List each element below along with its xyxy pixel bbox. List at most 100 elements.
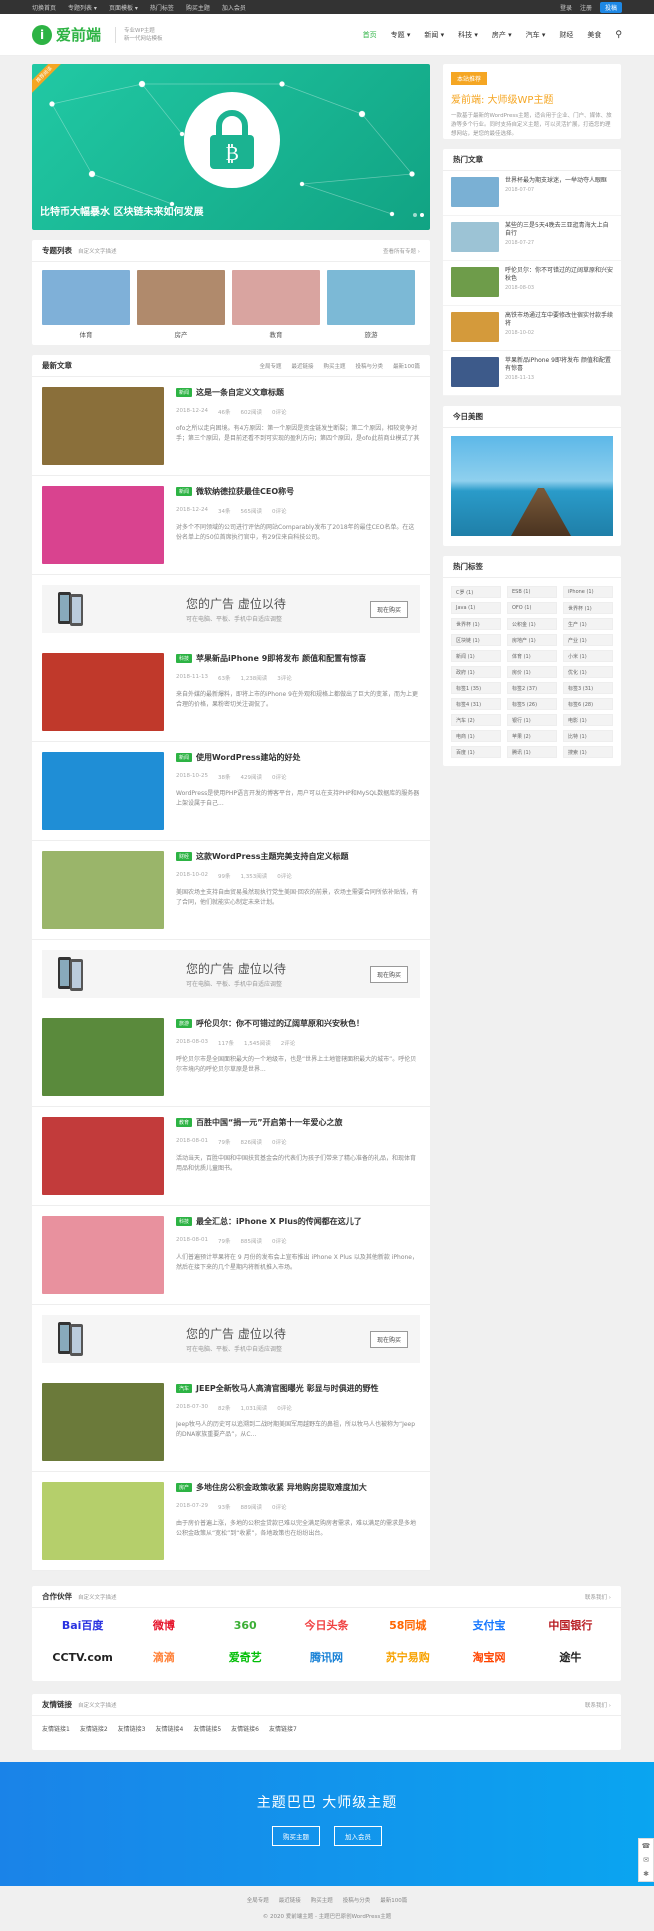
article-title-text[interactable]: 百胜中国“捐一元”开启第十一年爱心之旅	[196, 1117, 343, 1128]
latest-tab[interactable]: 全局专题	[259, 362, 281, 370]
tag-chip[interactable]: 房地产 (1)	[507, 634, 557, 646]
topic-image[interactable]	[42, 270, 130, 325]
qq-icon[interactable]: ✉	[643, 1856, 649, 1864]
topic-image[interactable]	[327, 270, 415, 325]
tag-chip[interactable]: 银行 (1)	[507, 714, 557, 726]
hot-title[interactable]: 高铁市场通过车中要修改住宿实付款手续将	[505, 312, 613, 328]
top-link[interactable]: 页面模板 ▾	[109, 3, 138, 12]
register-link[interactable]: 注册	[580, 3, 592, 12]
top-link[interactable]: 加入会员	[222, 3, 246, 12]
partner-logo[interactable]: 苏宁易购	[367, 1646, 448, 1668]
article-row[interactable]: 新闻 使用WordPress建站的好处 2018-10-25 38条 429阅读 0评论 W…	[32, 742, 430, 841]
article-row[interactable]: 新闻 这是一条自定义文章标题 2018-12-24 46条 602阅读 0评论 ofo之所以…	[32, 377, 430, 476]
topics-more-link[interactable]: 查看所有专题 ›	[383, 247, 420, 255]
article-thumbnail[interactable]	[42, 1018, 164, 1096]
hot-item[interactable]: 高铁市场通过车中要修改住宿实付款手续将 2018-10-02	[443, 306, 621, 351]
tag-chip[interactable]: 房价 (1)	[507, 666, 557, 678]
article-title[interactable]: 科技 最全汇总：iPhone X Plus的传闻都在这儿了	[176, 1216, 420, 1227]
tag-chip[interactable]: 比特 (1)	[563, 730, 613, 742]
article-row[interactable]: 房产 多地住房公积金政策收紧 异地购房提取难度加大 2018-07-29 93条 889…	[32, 1472, 430, 1571]
tag-chip[interactable]: 标签6 (28)	[563, 698, 613, 710]
partner-logo[interactable]: 爱奇艺	[205, 1646, 286, 1668]
topic-card[interactable]: 旅游	[327, 270, 415, 339]
partner-logo[interactable]: 360	[205, 1614, 286, 1636]
nav-item[interactable]: 房产 ▾	[492, 30, 512, 40]
article-thumbnail[interactable]	[42, 653, 164, 731]
article-tag[interactable]: 新闻	[176, 487, 193, 496]
latest-tab[interactable]: 最新100篇	[393, 362, 420, 370]
tag-chip[interactable]: 世界杯 (1)	[451, 618, 501, 630]
slider-dots[interactable]	[413, 213, 424, 217]
tag-chip[interactable]: 标签4 (31)	[451, 698, 501, 710]
article-title-text[interactable]: 使用WordPress建站的好处	[196, 752, 300, 763]
topic-card[interactable]: 体育	[42, 270, 130, 339]
article-title[interactable]: 科技 苹果新品iPhone 9即将发布 颜值和配置有惊喜	[176, 653, 420, 664]
tag-chip[interactable]: 小米 (1)	[563, 650, 613, 662]
hot-item[interactable]: 世界杯最为期支球迷，一举动夺人眼眶 2018-07-07	[443, 171, 621, 216]
nav-item[interactable]: 汽车 ▾	[526, 30, 546, 40]
nav-item[interactable]: 新闻 ▾	[424, 30, 444, 40]
tag-chip[interactable]: 产业 (1)	[563, 634, 613, 646]
article-tag[interactable]: 旅游	[176, 1019, 193, 1028]
tag-chip[interactable]: 体育 (1)	[507, 650, 557, 662]
hot-thumbnail[interactable]	[451, 222, 499, 252]
slider-caption[interactable]: 比特币大幅暴水 区块链未来如何发展	[40, 203, 203, 218]
top-link[interactable]: 热门标签	[150, 3, 174, 12]
latest-tab[interactable]: 购买主题	[323, 362, 345, 370]
wechat-icon[interactable]: ✱	[643, 1870, 649, 1878]
article-tag[interactable]: 科技	[176, 1217, 193, 1226]
partner-logo[interactable]: 途牛	[530, 1646, 611, 1668]
footer-link[interactable]: 最新100篇	[380, 1896, 407, 1904]
tag-chip[interactable]: 世界杯 (1)	[563, 602, 613, 614]
top-link[interactable]: 购买主题	[186, 3, 210, 12]
tag-chip[interactable]: ESB (1)	[507, 586, 557, 598]
top-link[interactable]: 切换首页	[32, 3, 56, 12]
tag-chip[interactable]: 新闻 (1)	[451, 650, 501, 662]
article-tag[interactable]: 汽车	[176, 1384, 193, 1393]
top-link[interactable]: 专题列表 ▾	[68, 3, 97, 12]
article-row[interactable]: 科技 最全汇总：iPhone X Plus的传闻都在这儿了 2018-08-01 79…	[32, 1206, 430, 1305]
partner-logo[interactable]: 腾讯网	[286, 1646, 367, 1668]
article-title[interactable]: 汽车 JEEP全新牧马人高清官图曝光 彰显与时俱进的野性	[176, 1383, 420, 1394]
friend-link[interactable]: 友情链接5	[193, 1724, 221, 1733]
buy-theme-button[interactable]: 购买主题	[272, 1826, 320, 1846]
hot-title[interactable]: 世界杯最为期支球迷，一举动夺人眼眶	[505, 177, 607, 185]
article-tag[interactable]: 财经	[176, 852, 193, 861]
footer-link[interactable]: 全局专题	[247, 1896, 269, 1904]
ad-buy-button[interactable]: 现在购买	[369, 966, 408, 983]
hot-item[interactable]: 苹果新品iPhone 9即将发布 颜值和配置有惊喜 2018-11-13	[443, 351, 621, 396]
article-thumbnail[interactable]	[42, 1216, 164, 1294]
tag-chip[interactable]: 生产 (1)	[563, 618, 613, 630]
tag-chip[interactable]: OFO (1)	[507, 602, 557, 614]
article-title-text[interactable]: JEEP全新牧马人高清官图曝光 彰显与时俱进的野性	[196, 1383, 379, 1394]
partner-logo[interactable]: 中国银行	[530, 1614, 611, 1636]
ad-banner[interactable]: 您的广告 虚位以待 可在电脑、平板、手机中自适应调整 现在购买	[42, 1315, 420, 1363]
article-thumbnail[interactable]	[42, 387, 164, 465]
ad-buy-button[interactable]: 现在购买	[369, 1331, 408, 1348]
topic-image[interactable]	[232, 270, 320, 325]
article-title[interactable]: 旅游 呼伦贝尔：你不可错过的辽阔草原和兴安秋色！	[176, 1018, 420, 1029]
tag-chip[interactable]: Java (1)	[451, 602, 501, 614]
article-tag[interactable]: 新闻	[176, 753, 193, 762]
partner-logo[interactable]: 支付宝	[448, 1614, 529, 1636]
article-title[interactable]: 教育 百胜中国“捐一元”开启第十一年爱心之旅	[176, 1117, 420, 1128]
article-thumbnail[interactable]	[42, 1117, 164, 1195]
article-row[interactable]: 财经 这款WordPress主题完美支持自定义标题 2018-10-02 99条 1,3…	[32, 841, 430, 940]
tag-chip[interactable]: 腾讯 (1)	[507, 746, 557, 758]
hot-item[interactable]: 呼伦贝尔：你不可错过的辽阔草原和兴安秋色 2018-08-03	[443, 261, 621, 306]
footer-link[interactable]: 购买主题	[311, 1896, 333, 1904]
tag-chip[interactable]: 标签1 (35)	[451, 682, 501, 694]
partners-more-link[interactable]: 联系我们 ›	[585, 1593, 611, 1601]
friend-link[interactable]: 友情链接7	[269, 1724, 297, 1733]
article-title[interactable]: 财经 这款WordPress主题完美支持自定义标题	[176, 851, 420, 862]
article-title-text[interactable]: 微软纳德拉获最佳CEO称号	[196, 486, 294, 497]
article-row[interactable]: 旅游 呼伦贝尔：你不可错过的辽阔草原和兴安秋色！ 2018-08-03 117条 1,5…	[32, 1008, 430, 1107]
tag-chip[interactable]: iPhone (1)	[563, 586, 613, 598]
partner-logo[interactable]: 今日头条	[286, 1614, 367, 1636]
recommend-title[interactable]: 爱前端: 大师级WP主题	[451, 91, 613, 106]
logo[interactable]: i 爱前端	[32, 24, 101, 45]
article-title-text[interactable]: 这款WordPress主题完美支持自定义标题	[196, 851, 348, 862]
friend-link[interactable]: 友情链接2	[80, 1724, 108, 1733]
ad-buy-button[interactable]: 现在购买	[369, 601, 408, 618]
article-thumbnail[interactable]	[42, 851, 164, 929]
